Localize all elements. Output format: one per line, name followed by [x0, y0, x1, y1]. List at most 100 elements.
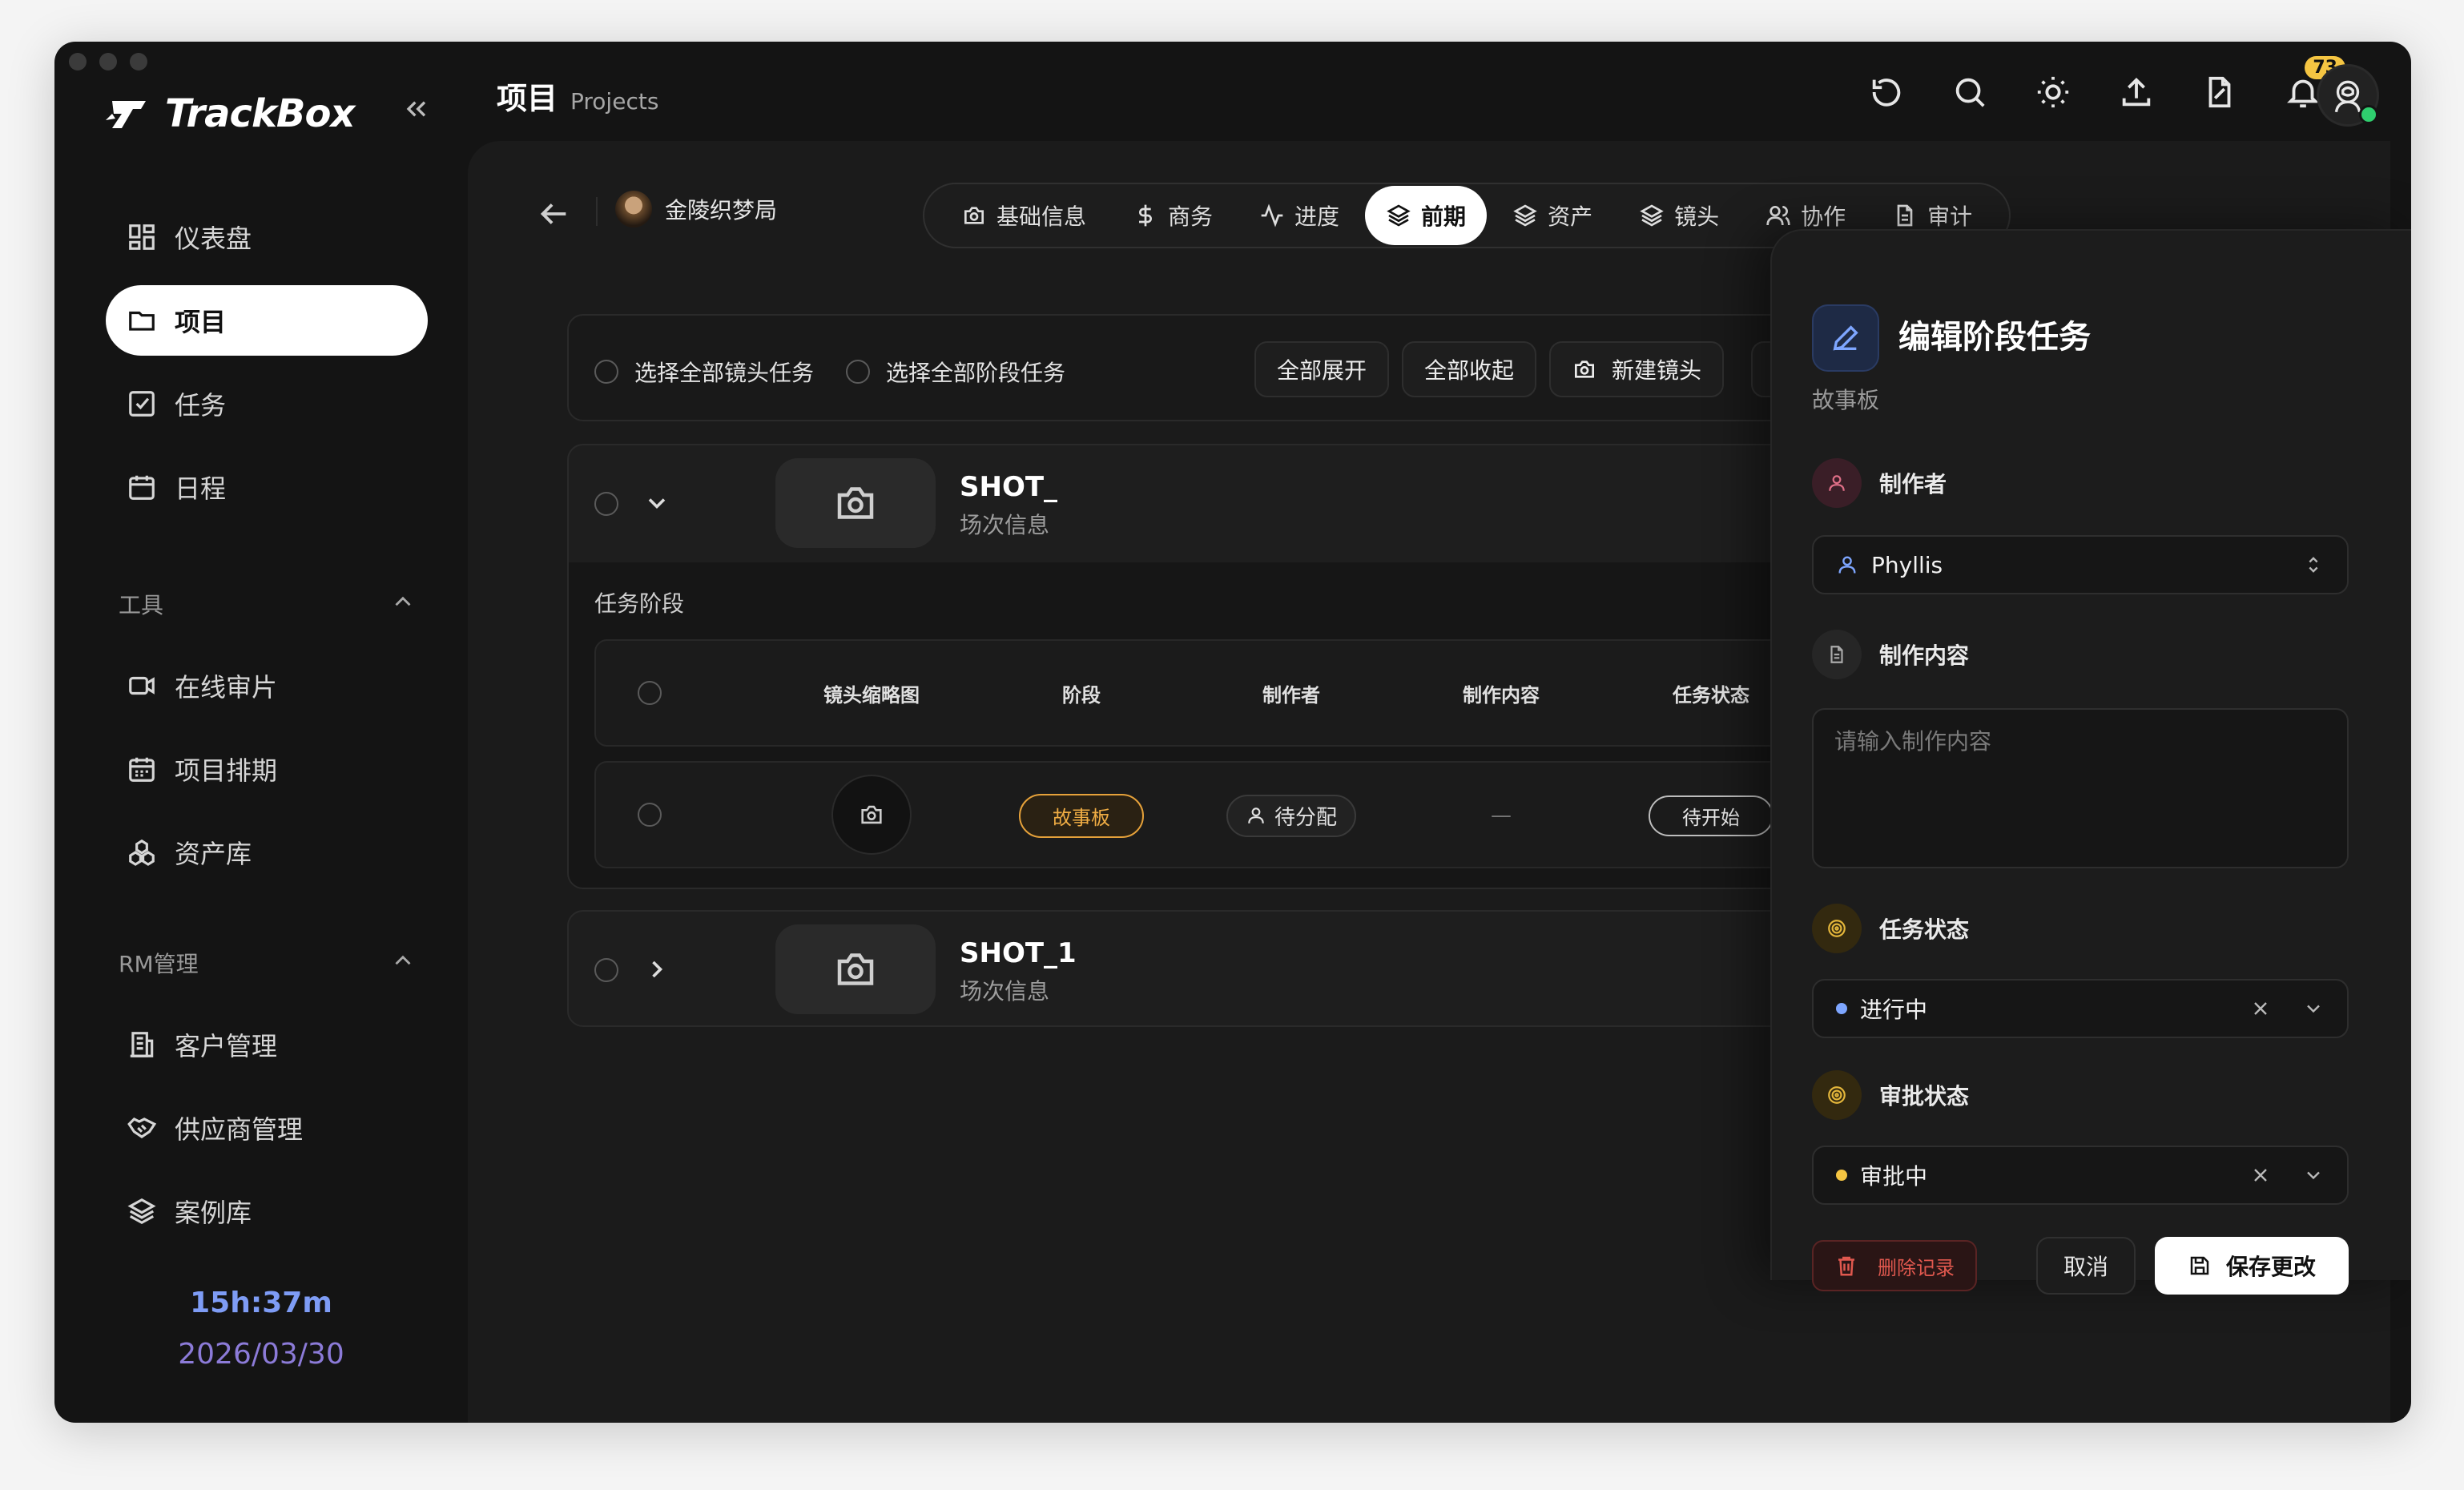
- notification-button[interactable]: 73: [2285, 56, 2345, 111]
- chevron-down-icon[interactable]: [642, 489, 671, 517]
- shot-thumbnail[interactable]: [775, 924, 936, 1014]
- row-thumbnail[interactable]: [831, 775, 912, 855]
- current-date: 2026/03/30: [178, 1338, 344, 1371]
- save-changes-button[interactable]: 保存更改: [2155, 1237, 2349, 1295]
- row-select-radio[interactable]: [638, 803, 662, 827]
- nav-calendar[interactable]: 日程: [106, 452, 428, 522]
- nav-label: 客户管理: [175, 1031, 278, 1061]
- assignee-badge[interactable]: 待分配: [1226, 794, 1356, 837]
- schedule-icon: [129, 757, 155, 782]
- layers-icon: [1513, 204, 1537, 227]
- drawer-title: 编辑阶段任务: [1898, 319, 2091, 356]
- tools-section-title: 工具: [119, 592, 164, 618]
- shot-header[interactable]: SHOT_ 场次信息: [569, 445, 1927, 562]
- nav-project-schedule[interactable]: 项目排期: [106, 734, 428, 804]
- user-icon: [1812, 458, 1862, 508]
- tab-preproduction[interactable]: 前期: [1365, 186, 1488, 245]
- tab-progress[interactable]: 进度: [1238, 186, 1360, 245]
- project-name: 金陵织梦局: [665, 197, 778, 224]
- select-all-stage-label[interactable]: 选择全部阶段任务: [886, 356, 1065, 388]
- camera-icon: [964, 207, 984, 224]
- header-select-radio[interactable]: [638, 681, 662, 705]
- sun-icon[interactable]: [2035, 74, 2071, 111]
- nav-asset-library[interactable]: 资产库: [106, 817, 428, 888]
- nav-label: 项目排期: [175, 755, 278, 786]
- shot-header[interactable]: SHOT_1 场次信息: [569, 912, 1927, 1025]
- user-icon: [1838, 556, 1856, 574]
- approval-label: 审批状态: [1879, 1083, 1970, 1109]
- collapse-all-button[interactable]: 全部收起: [1402, 341, 1537, 397]
- nav-customer-management[interactable]: 客户管理: [106, 1009, 428, 1080]
- new-shot-button[interactable]: 新建镜头: [1549, 341, 1725, 397]
- producer-select[interactable]: Phyllis: [1812, 535, 2349, 594]
- task-status-field-label: 任务状态: [1812, 904, 1969, 953]
- select-all-shot-radio[interactable]: [594, 360, 618, 384]
- delete-label: 删除记录: [1878, 1256, 1955, 1279]
- edit-icon-tile: [1812, 304, 1879, 372]
- file-edit-icon[interactable]: [2201, 74, 2238, 111]
- drawer-subtitle: 故事板: [1812, 387, 1880, 413]
- logo: TrackBox: [106, 91, 355, 136]
- rm-section-title: RM管理: [119, 951, 199, 977]
- expand-all-button[interactable]: 全部展开: [1254, 341, 1390, 397]
- back-arrow-icon[interactable]: [535, 195, 572, 232]
- shot-select-radio[interactable]: [594, 492, 618, 516]
- refresh-icon[interactable]: [1868, 74, 1905, 111]
- user-avatar[interactable]: [2317, 64, 2379, 127]
- delete-record-button[interactable]: 删除记录: [1812, 1240, 1977, 1291]
- task-status-value: 进行中: [1860, 997, 1928, 1023]
- tab-business[interactable]: 商务: [1112, 186, 1234, 245]
- nav-label: 项目: [175, 307, 227, 337]
- collapse-sidebar-icon[interactable]: [401, 93, 433, 125]
- project-avatar: [615, 191, 652, 228]
- chevron-right-icon[interactable]: [642, 955, 671, 984]
- status-badge[interactable]: 待开始: [1649, 795, 1774, 836]
- nav-projects[interactable]: 项目: [106, 285, 428, 356]
- folder-icon: [129, 311, 155, 331]
- cancel-button[interactable]: 取消: [2036, 1237, 2136, 1295]
- nav-dashboard[interactable]: 仪表盘: [106, 202, 428, 272]
- nav-supplier-management[interactable]: 供应商管理: [106, 1093, 428, 1163]
- bulk-toolbar: 选择全部镜头任务 选择全部阶段任务 全部展开 全部收起 新建镜头 新: [567, 314, 1929, 421]
- camera-icon: [861, 805, 882, 824]
- user-icon: [1248, 807, 1264, 824]
- shot-thumbnail[interactable]: [775, 458, 936, 548]
- nav-tasks[interactable]: 任务: [106, 368, 428, 439]
- search-icon[interactable]: [1951, 74, 1988, 111]
- table-row[interactable]: 故事板 待分配 — 待开始: [594, 761, 1908, 868]
- tab-label: 镜头: [1674, 203, 1720, 230]
- layers-icon: [1640, 204, 1664, 227]
- tab-basic-info[interactable]: 基础信息: [940, 186, 1107, 245]
- nav-label: 任务: [175, 390, 227, 421]
- page-title-zh: 项目: [497, 81, 558, 116]
- select-options: 选择全部镜头任务 选择全部阶段任务: [594, 356, 1065, 388]
- edit-stage-task-drawer: 编辑阶段任务 故事板 制作者 Phyllis 制作内容 请输入制作内容 任务状态…: [1770, 229, 2411, 1295]
- select-all-stage-radio[interactable]: [846, 360, 871, 384]
- approval-status-select[interactable]: 审批中: [1812, 1146, 2349, 1205]
- upload-icon[interactable]: [2118, 74, 2155, 111]
- stage-badge[interactable]: 故事板: [1019, 793, 1144, 838]
- tab-shots[interactable]: 镜头: [1618, 186, 1740, 245]
- select-all-shot-label[interactable]: 选择全部镜头任务: [634, 356, 814, 388]
- chevron-up-icon[interactable]: [389, 588, 417, 615]
- producer-cell: 待分配: [1211, 783, 1371, 848]
- shot-select-radio[interactable]: [594, 958, 618, 982]
- stage-cell: 故事板: [1001, 783, 1162, 848]
- chevron-down-icon[interactable]: [2302, 1164, 2325, 1186]
- chevron-up-icon[interactable]: [389, 947, 417, 974]
- trackbox-logo-icon: [106, 101, 146, 128]
- tab-assets[interactable]: 资产: [1492, 186, 1613, 245]
- nav-label: 供应商管理: [175, 1114, 304, 1145]
- dashboard-icon: [129, 224, 155, 250]
- task-status-select[interactable]: 进行中: [1812, 979, 2349, 1038]
- clear-icon[interactable]: [2249, 1164, 2272, 1186]
- clear-icon[interactable]: [2249, 997, 2272, 1020]
- nav-label: 仪表盘: [175, 224, 252, 254]
- content-textarea[interactable]: 请输入制作内容: [1812, 708, 2349, 868]
- nav-case-library[interactable]: 案例库: [106, 1176, 428, 1246]
- calendar-icon: [129, 475, 155, 500]
- stage-section: 任务阶段 镜头缩略图 阶段 制作者 制作内容 任务状态 故事板 待分配 — 待开…: [569, 562, 1927, 888]
- nav-online-review[interactable]: 在线审片: [106, 650, 428, 721]
- status-cell: 待开始: [1631, 783, 1791, 848]
- chevron-down-icon[interactable]: [2302, 997, 2325, 1020]
